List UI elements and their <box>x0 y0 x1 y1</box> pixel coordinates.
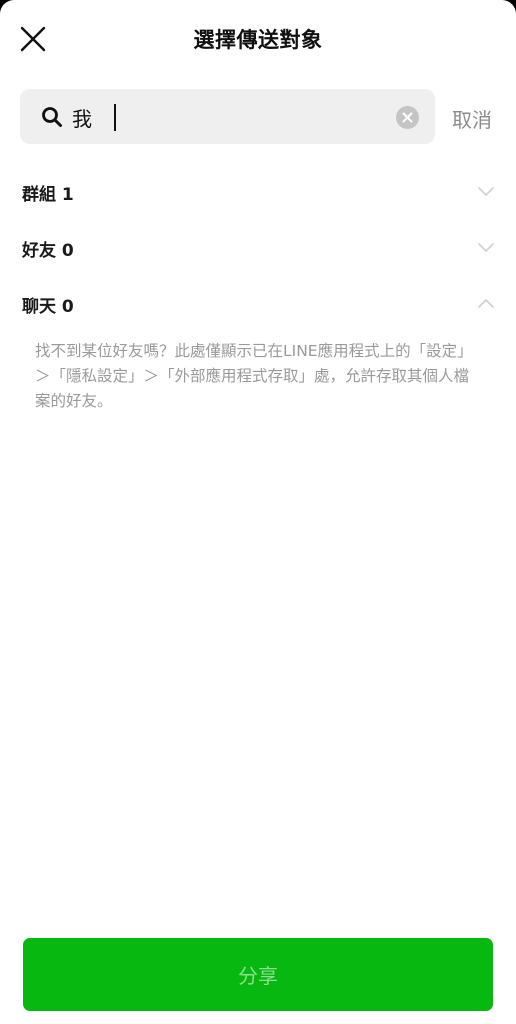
search-input[interactable] <box>72 97 390 137</box>
clear-search-button[interactable] <box>396 106 419 129</box>
text-caret <box>114 104 116 131</box>
cancel-button[interactable]: 取消 <box>452 104 492 133</box>
search-row: 取消 <box>20 89 500 145</box>
page-title: 選擇傳送對象 <box>193 28 323 52</box>
clear-icon <box>402 112 413 123</box>
info-message: 找不到某位好友嗎？此處僅顯示已在LINE應用程式上的「設定」＞「隱私設定」＞「外… <box>35 342 473 410</box>
section-groups[interactable]: 群組 1 <box>0 166 516 218</box>
chevron-down-icon <box>478 187 494 196</box>
search-icon <box>42 107 62 127</box>
share-button[interactable]: 分享 <box>23 938 493 1011</box>
section-friends[interactable]: 好友 0 <box>0 222 516 274</box>
header: 選擇傳送對象 <box>0 0 516 80</box>
section-chats[interactable]: 聊天 0 <box>0 278 516 330</box>
chevron-up-icon <box>478 299 494 308</box>
share-target-sheet: 選擇傳送對象 取消 群組 1 好友 0 <box>0 0 516 1024</box>
search-box[interactable] <box>20 89 435 144</box>
section-groups-label: 群組 1 <box>22 185 74 205</box>
section-friends-label: 好友 0 <box>22 241 74 261</box>
section-chats-label: 聊天 0 <box>22 297 74 317</box>
chevron-down-icon <box>478 243 494 252</box>
